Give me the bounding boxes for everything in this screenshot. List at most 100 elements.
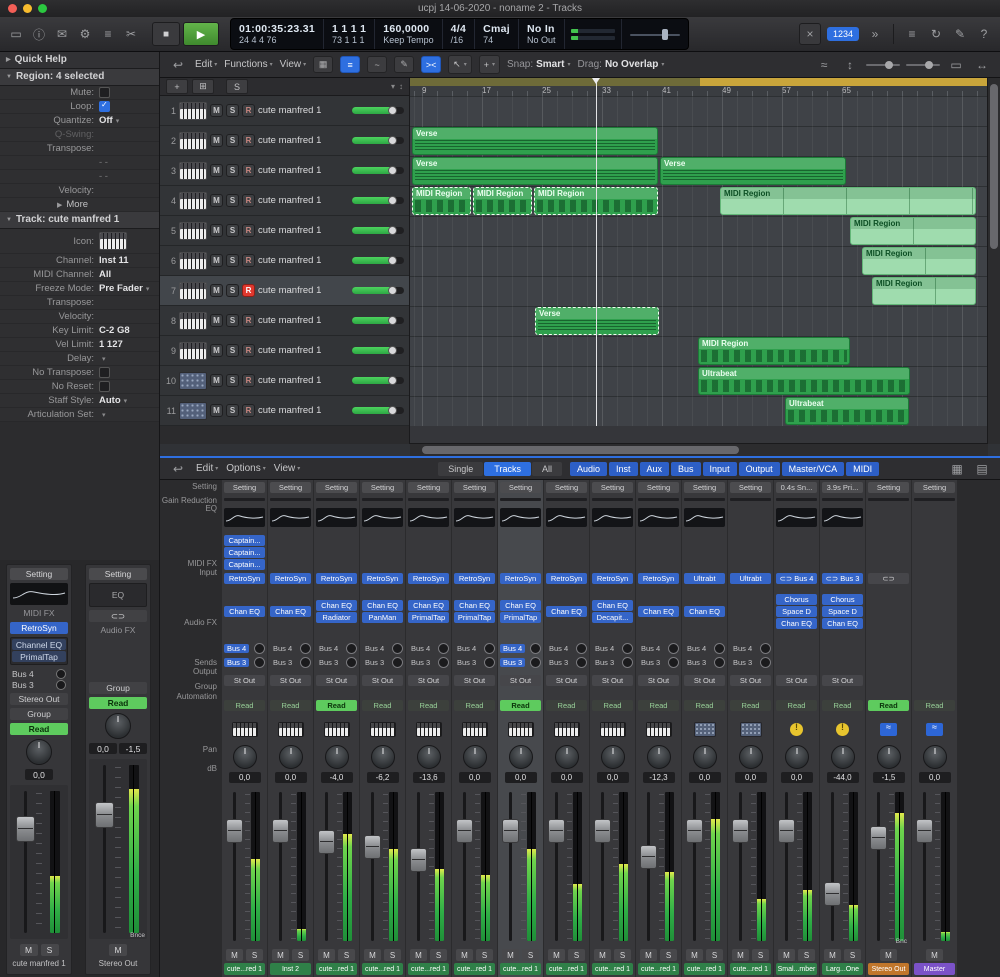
track-record-button[interactable]: R — [242, 194, 255, 207]
track-parameter-row[interactable]: Icon: — [0, 229, 159, 254]
channel-filter-button[interactable]: MIDI — [846, 462, 879, 476]
track-parameter-row[interactable]: Articulation Set: — [0, 408, 159, 422]
input-button[interactable]: RetroSyn — [362, 573, 403, 584]
flex-icon[interactable]: ✎ — [394, 56, 414, 73]
solo-button[interactable]: S — [568, 949, 585, 961]
track-header[interactable]: 4 M S R cute manfred 1 — [160, 186, 409, 216]
audio-fx-plugin[interactable]: Chan EQ — [500, 600, 541, 611]
automation-mode-button[interactable]: Read — [638, 700, 679, 711]
channel-filter-button[interactable]: Output — [739, 462, 780, 476]
audio-fx-plugin[interactable]: Chorus — [822, 594, 863, 605]
send-level-knob[interactable] — [576, 643, 587, 654]
group-slot[interactable] — [868, 690, 909, 700]
track-name[interactable]: cute manfred 1 — [258, 315, 349, 326]
solo-button[interactable]: S — [338, 949, 355, 961]
automation-mode-button[interactable]: Read — [730, 700, 771, 711]
track-volume-knob[interactable] — [388, 406, 397, 415]
send-slot[interactable]: Bus 4 — [10, 668, 68, 679]
send-slot[interactable]: Bus 4 — [545, 642, 588, 654]
track-volume-slider[interactable] — [352, 407, 404, 414]
track-sort-icon[interactable]: ▾ — [391, 82, 395, 91]
channel-name[interactable]: cute...red 1 — [316, 963, 357, 975]
mute-button[interactable]: M — [548, 949, 565, 961]
send-destination[interactable]: Bus 4 — [408, 644, 433, 653]
output-button[interactable]: St Out — [776, 675, 817, 686]
volume-fader[interactable] — [916, 819, 933, 843]
send-level-knob[interactable] — [254, 643, 265, 654]
menubar-item[interactable]: View — [274, 463, 301, 474]
pan-knob[interactable] — [463, 745, 487, 769]
output-button[interactable]: St Out — [316, 675, 357, 686]
group-slot[interactable] — [362, 690, 403, 700]
midi-fx-slot[interactable] — [270, 530, 311, 573]
duplicate-track-button[interactable]: ⊞ — [192, 79, 214, 94]
volume-value[interactable]: -12,3 — [643, 772, 675, 783]
mute-button[interactable]: M — [318, 949, 335, 961]
audio-fx-plugin[interactable]: Chan EQ — [546, 606, 587, 617]
mute-button[interactable]: M — [880, 949, 897, 961]
channel-setting-button[interactable]: Setting — [10, 568, 68, 580]
send-destination[interactable]: Bus 3 — [592, 658, 617, 667]
volume-fader[interactable] — [502, 819, 519, 843]
format-button[interactable]: ⊂⊃ — [89, 610, 147, 622]
send-slot[interactable]: Bus 3 — [10, 679, 68, 690]
mixer-channel-strip[interactable]: 0.4s Sn... ⊂⊃ Bus 4 — [774, 480, 819, 977]
eq-slot[interactable]: EQ — [89, 583, 147, 607]
track-volume-knob[interactable] — [388, 316, 397, 325]
eq-thumbnail[interactable] — [408, 508, 449, 527]
region-parameter-row[interactable]: Q-Swing: — [0, 128, 159, 142]
send-destination[interactable]: Bus 4 — [638, 644, 663, 653]
inspector-icon[interactable]: ⓘ — [29, 24, 49, 44]
channel-name[interactable]: Stereo Out — [868, 963, 909, 975]
input-button[interactable]: RetroSyn — [316, 573, 357, 584]
mute-button[interactable]: M — [226, 949, 243, 961]
send-slot[interactable]: Bus 4 — [223, 642, 266, 654]
lcd-cell[interactable]: No In No Out — [519, 19, 565, 49]
solo-button[interactable]: S — [660, 949, 677, 961]
region-parameter-row[interactable]: - - — [0, 170, 159, 184]
solo-button[interactable]: S — [522, 949, 539, 961]
grid-view-icon[interactable]: ▦ — [313, 56, 333, 73]
parameter-checkbox[interactable] — [99, 87, 110, 98]
track-record-button[interactable]: R — [242, 314, 255, 327]
bounce-button[interactable]: Bnc — [896, 938, 907, 945]
channel-name[interactable]: Master — [914, 963, 955, 975]
snap-menu[interactable]: Snap: Smart — [507, 59, 571, 70]
midi-region[interactable]: MIDI Region — [720, 187, 976, 215]
send-level-knob[interactable] — [530, 643, 541, 654]
volume-value[interactable]: 0,0 — [597, 772, 629, 783]
audio-fx-plugin[interactable]: Chan EQ — [362, 600, 403, 611]
volume-value[interactable]: -44,0 — [827, 772, 859, 783]
mixer-channel-strip[interactable]: Setting RetroSyn — [590, 480, 635, 977]
audio-fx-plugin[interactable]: Chan EQ — [822, 618, 863, 629]
group-slot[interactable] — [454, 690, 495, 700]
automation-mode-button[interactable]: Read — [454, 700, 495, 711]
group-slot[interactable] — [730, 690, 771, 700]
send-slot[interactable]: Bus 4 — [637, 642, 680, 654]
audio-fx-slot[interactable] — [914, 588, 955, 633]
automation-icon[interactable]: ~ — [367, 56, 387, 73]
track-parameter-row[interactable]: Delay: — [0, 352, 159, 366]
pan-knob[interactable] — [509, 745, 533, 769]
send-slot[interactable]: Bus 3 — [269, 656, 312, 668]
pan-knob[interactable] — [105, 713, 131, 739]
sends-slot[interactable] — [868, 633, 909, 675]
solo-button[interactable]: S — [844, 949, 861, 961]
sends-slot[interactable]: Bus 4 Bus 3 — [408, 633, 449, 675]
send-destination[interactable]: Bus 3 — [408, 658, 433, 667]
send-slot[interactable]: Bus 3 — [591, 656, 634, 668]
track-mute-button[interactable]: M — [210, 314, 223, 327]
midi-fx-slot[interactable] — [914, 530, 955, 573]
track-volume-slider[interactable] — [352, 287, 404, 294]
send-level-knob[interactable] — [346, 643, 357, 654]
sends-slot[interactable]: Bus 4 Bus 3 — [592, 633, 633, 675]
track-parameter-row[interactable]: Channel: Inst 11 — [0, 254, 159, 268]
pan-knob[interactable] — [26, 739, 52, 765]
master-volume-slider[interactable] — [622, 19, 688, 49]
send-slot[interactable]: Bus 3 — [453, 656, 496, 668]
vertical-scrollbar[interactable] — [987, 78, 1000, 444]
audio-fx-slot[interactable]: Chan EQ Decapit... — [592, 588, 633, 633]
sends-slot[interactable]: Bus 4 Bus 3 — [454, 633, 495, 675]
track-solo-button[interactable]: S — [226, 224, 239, 237]
track-mute-button[interactable]: M — [210, 284, 223, 297]
